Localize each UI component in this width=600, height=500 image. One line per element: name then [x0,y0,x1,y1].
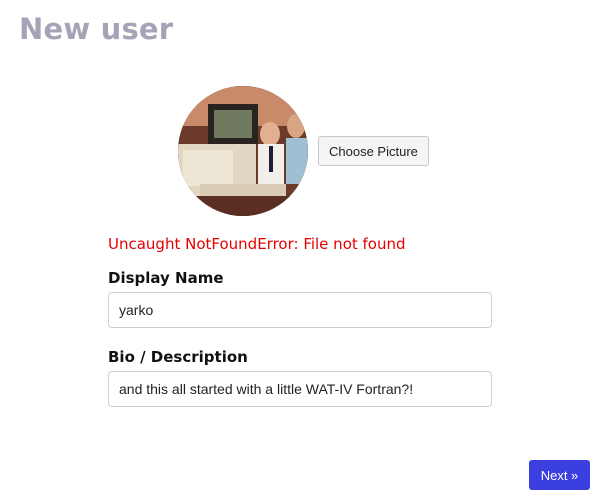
display-name-label: Display Name [108,269,224,287]
next-button[interactable]: Next » [529,460,590,490]
display-name-input[interactable] [108,292,492,328]
avatar-section: Choose Picture [178,86,429,216]
choose-picture-button[interactable]: Choose Picture [318,136,429,166]
bio-label: Bio / Description [108,348,248,366]
error-message: Uncaught NotFoundError: File not found [108,235,406,253]
avatar-photo [178,86,308,216]
page-title: New user [19,12,174,46]
bio-input[interactable] [108,371,492,407]
